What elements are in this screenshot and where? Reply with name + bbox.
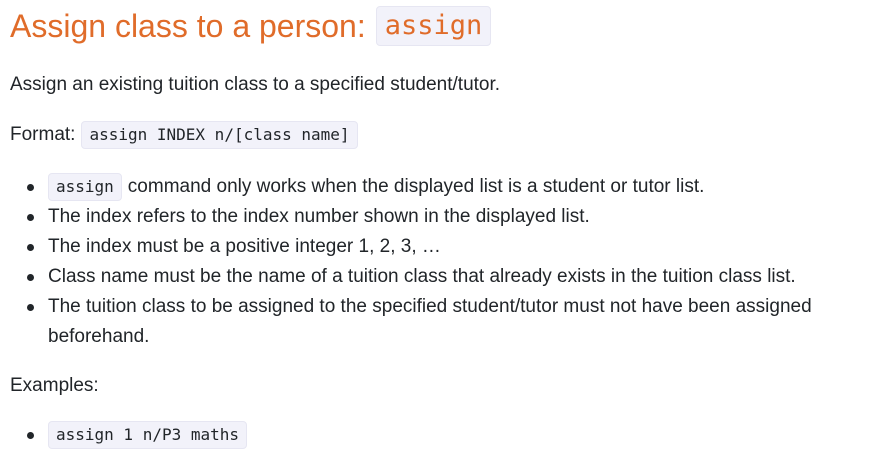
- format-label: Format:: [10, 124, 76, 145]
- rules-list: assign command only works when the displa…: [10, 172, 874, 352]
- example-code: assign 1 n/P3 maths: [48, 421, 248, 449]
- command-description: Assign an existing tuition class to a sp…: [10, 74, 501, 95]
- format-syntax-code: assign INDEX n/[class name]: [81, 121, 358, 149]
- rule-text: The tuition class to be assigned to the …: [48, 296, 812, 347]
- rule-item: The index must be a positive integer 1, …: [27, 232, 874, 262]
- rule-text: The index refers to the index number sho…: [48, 206, 590, 227]
- example-item: assign 1 n/P3 maths: [27, 420, 874, 450]
- rule-item: The tuition class to be assigned to the …: [27, 292, 874, 352]
- rule-item: assign command only works when the displa…: [27, 172, 874, 202]
- section-heading: Assign class to a person: assign: [10, 6, 874, 46]
- section-heading-text: Assign class to a person:: [10, 8, 366, 44]
- examples-label: Examples:: [10, 375, 99, 396]
- rule-item: The index refers to the index number sho…: [27, 202, 874, 232]
- heading-command-code: assign: [375, 6, 492, 46]
- rule-text: The index must be a positive integer 1, …: [48, 236, 441, 257]
- format-line: Format: assign INDEX n/[class name]: [10, 120, 874, 150]
- rule-command-code: assign: [48, 173, 122, 201]
- rule-text: Class name must be the name of a tuition…: [48, 266, 796, 287]
- rule-text: command only works when the displayed li…: [127, 176, 705, 197]
- rule-item: Class name must be the name of a tuition…: [27, 262, 874, 292]
- examples-list: assign 1 n/P3 maths: [10, 420, 874, 450]
